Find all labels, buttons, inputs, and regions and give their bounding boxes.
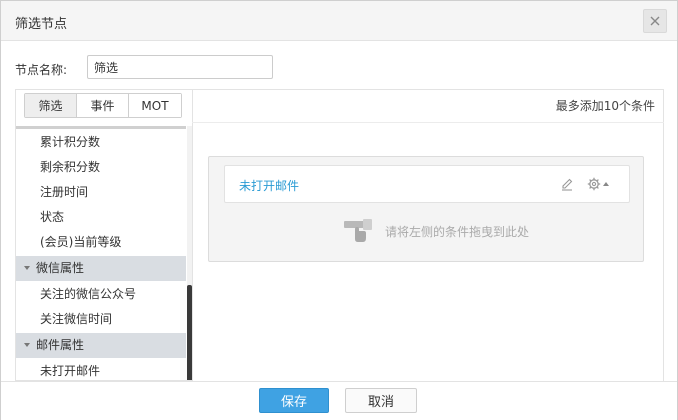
tab-event[interactable]: 事件: [77, 94, 129, 117]
cancel-button[interactable]: 取消: [345, 388, 417, 413]
list-item-followed-wechat-account[interactable]: 关注的微信公众号: [16, 282, 186, 307]
list-item-status[interactable]: 状态: [16, 205, 186, 230]
group-wechat-attributes[interactable]: 微信属性: [16, 256, 186, 281]
node-name-label: 节点名称:: [15, 63, 68, 77]
save-button[interactable]: 保存: [259, 388, 329, 413]
list-item-unopened-email[interactable]: 未打开邮件: [16, 359, 186, 380]
dialog-footer: 保存 取消: [1, 381, 677, 420]
close-button[interactable]: [643, 9, 667, 33]
drop-hint-text: 请将左侧的条件拖曳到此处: [385, 225, 530, 239]
condition-tabs: 筛选 事件 MOT: [24, 93, 182, 118]
list-item-remaining-points[interactable]: 剩余积分数: [16, 155, 186, 180]
filter-node-dialog: 筛选节点 节点名称: 筛选 事件 MOT 累计积分数 剩余积分数 注册时间 状态…: [0, 0, 678, 420]
group-label: 微信属性: [36, 261, 85, 275]
caret-down-icon: [24, 266, 30, 270]
condition-source-panel: 筛选 事件 MOT 累计积分数 剩余积分数 注册时间 状态 (会员)当前等级 微…: [15, 89, 193, 381]
tab-filter[interactable]: 筛选: [25, 94, 77, 117]
caret-up-icon[interactable]: [603, 182, 609, 186]
edit-icon[interactable]: [560, 177, 574, 191]
list-item-cumulative-points[interactable]: 累计积分数: [16, 130, 186, 155]
group-label: 邮件属性: [36, 338, 85, 352]
close-icon: [650, 16, 660, 26]
caret-down-icon: [24, 343, 30, 347]
condition-target-panel: 最多添加10个条件 未打开邮件 请将左侧的条件拖曳到此处: [192, 89, 664, 381]
condition-limit-text: 最多添加10个条件: [555, 99, 655, 113]
condition-card[interactable]: 未打开邮件: [224, 165, 630, 203]
list-divider: [16, 126, 186, 129]
condition-drop-zone[interactable]: 未打开邮件 请将左侧的条件拖曳到此处: [208, 156, 644, 262]
list-item-follow-wechat-time[interactable]: 关注微信时间: [16, 307, 186, 332]
dialog-titlebar: 筛选节点: [1, 1, 677, 41]
gear-icon[interactable]: [587, 177, 601, 191]
right-divider: [192, 122, 664, 123]
list-item-register-time[interactable]: 注册时间: [16, 180, 186, 205]
list-item-member-level[interactable]: (会员)当前等级: [16, 230, 186, 255]
node-name-input[interactable]: [87, 55, 273, 79]
dialog-title: 筛选节点: [15, 17, 68, 32]
condition-label: 未打开邮件: [239, 179, 300, 193]
tab-mot[interactable]: MOT: [129, 94, 181, 117]
drag-hand-icon: [344, 219, 372, 242]
group-email-attributes[interactable]: 邮件属性: [16, 333, 186, 358]
